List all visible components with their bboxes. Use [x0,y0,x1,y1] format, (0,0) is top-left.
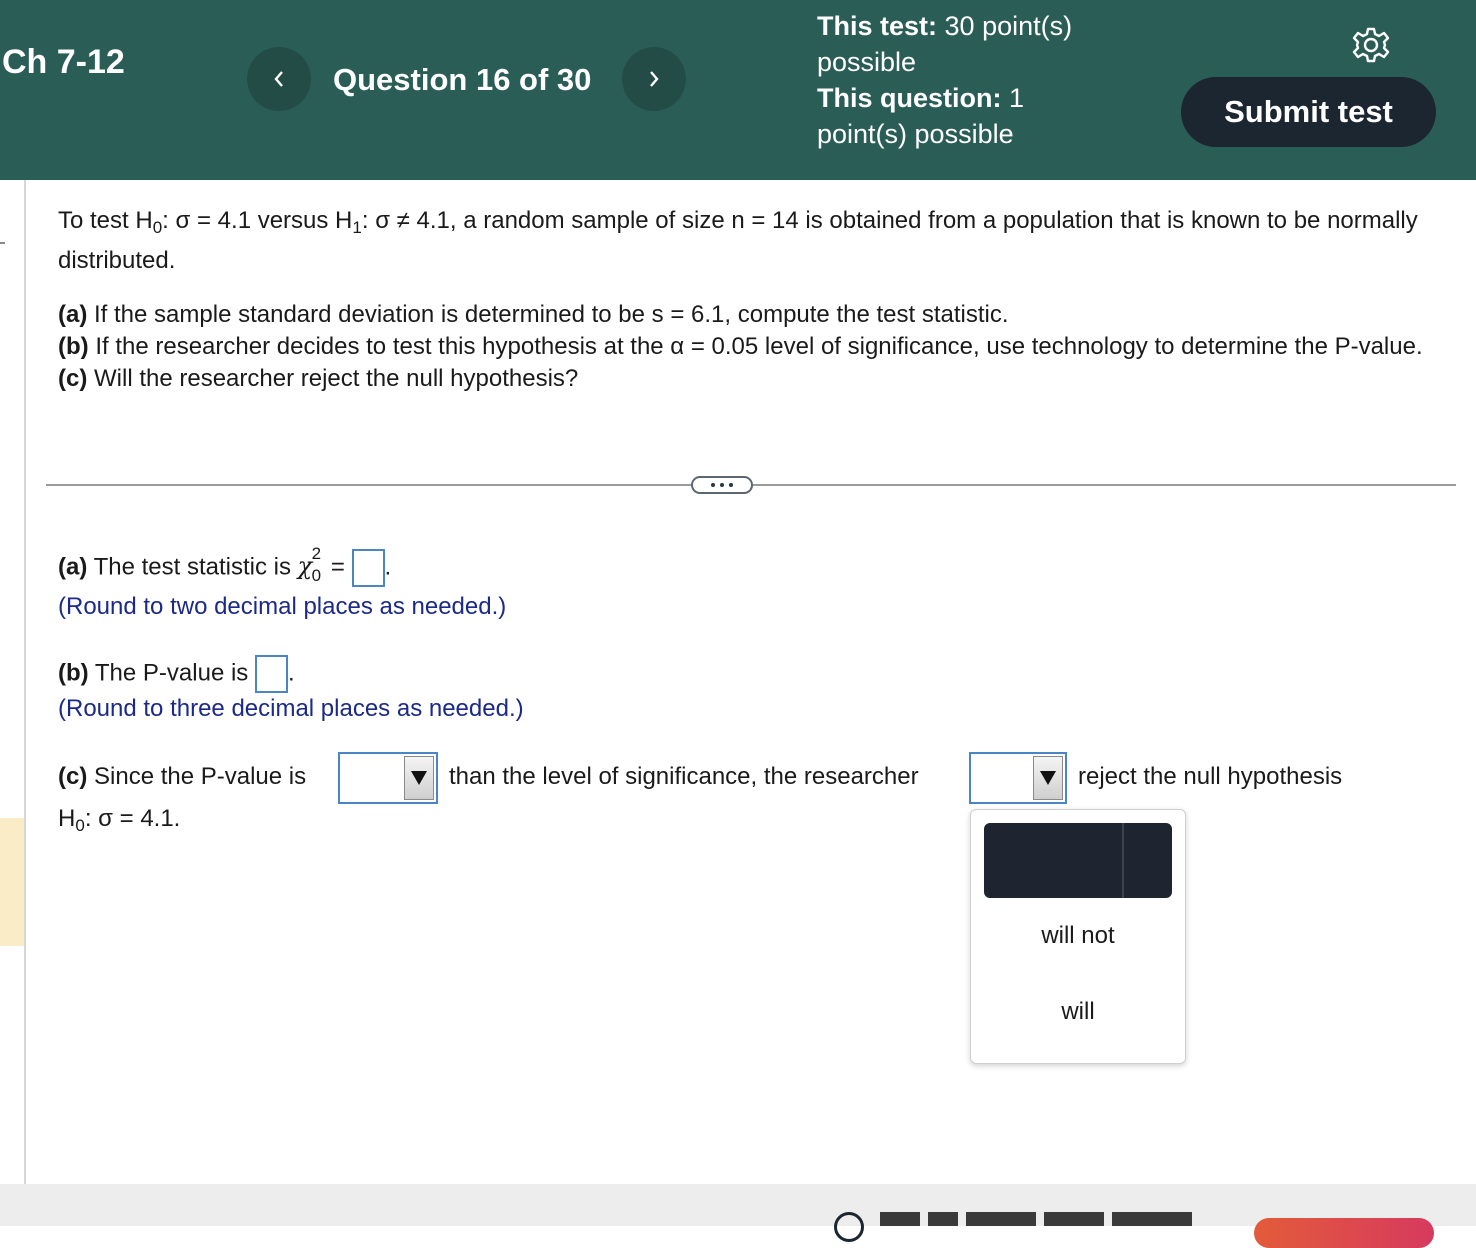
answer-c-line2: H0: σ = 4.1. [58,805,181,835]
left-panel-divider [24,180,26,1184]
test-points-label: This test: [817,11,938,41]
test-statistic-input[interactable] [351,549,385,587]
footer-text-cutoff [880,1212,1240,1226]
footer-bar [0,1184,1476,1226]
chevron-down-icon [1033,756,1063,800]
previous-question-button[interactable] [247,47,311,111]
comparison-select[interactable] [338,752,438,804]
answer-a-row: (a) The test statistic is χ20 = . [58,544,392,587]
p-value-input[interactable] [254,655,288,693]
clock-icon [834,1212,864,1242]
more-dots-icon [711,483,715,487]
answer-b-row: (b) The P-value is . [58,655,295,693]
answer-a-hint: (Round to two decimal places as needed.) [58,593,507,620]
question-counter: Question 16 of 30 [333,62,592,97]
expand-more-button[interactable] [691,476,753,494]
next-question-button[interactable] [622,47,686,111]
points-info: This test: 30 point(s) possible This que… [817,8,1117,152]
question-intro: To test H0: σ = 4.1 versus H1: σ ≠ 4.1, … [58,207,1418,274]
gear-icon[interactable] [1352,26,1390,64]
answer-c-text3: reject the null hypothesis [1078,763,1343,790]
question-points-label: This question: [817,83,1002,113]
chevron-right-icon [650,71,659,87]
answer-c-text2: than the level of significance, the rese… [449,763,919,790]
chi-square-symbol: χ20 [297,544,322,586]
decision-select[interactable] [969,752,1067,804]
question-part-c: (c) Will the researcher reject the null … [58,365,579,392]
chevron-down-icon [404,756,434,800]
question-part-b: (b) If the researcher decides to test th… [58,333,1423,360]
dropdown-option-will-not[interactable]: will not [971,922,1185,950]
answer-c-text1: (c) Since the P-value is [58,763,307,790]
header-bar: Ch 7-12 Question 16 of 30 This test: 30 … [0,0,1476,180]
answer-b-hint: (Round to three decimal places as needed… [58,695,524,722]
chapter-title: Ch 7-12 [2,43,125,81]
footer-action-button[interactable] [1254,1218,1434,1248]
decision-dropdown-menu: will not will [970,809,1186,1064]
question-part-a: (a) If the sample standard deviation is … [58,301,1009,328]
dropdown-option-blank[interactable] [984,823,1172,898]
left-panel-mark [0,242,5,244]
question-parts: (a) If the sample standard deviation is … [58,299,1453,395]
dropdown-option-will[interactable]: will [971,998,1185,1026]
left-panel-highlight [0,818,24,946]
submit-test-button[interactable]: Submit test [1181,77,1436,147]
chevron-left-icon [274,71,283,87]
